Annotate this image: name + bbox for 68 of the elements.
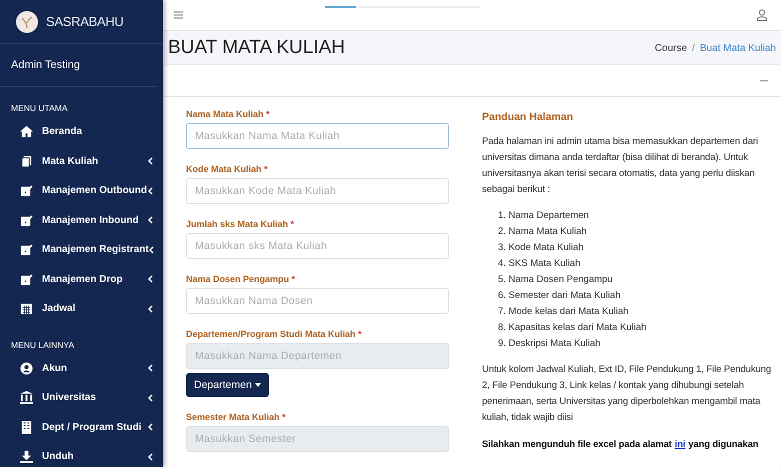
sidebar-item[interactable]: Dept / Program Studi (0, 412, 163, 442)
chevron-icon (148, 364, 153, 372)
user-icon[interactable] (757, 9, 767, 22)
breadcrumb-link[interactable]: Course (654, 42, 688, 54)
chevron-icon (148, 157, 153, 166)
chevron-icon (148, 246, 154, 254)
download-text: yang digunakan (688, 437, 758, 451)
bank-icon (20, 391, 33, 404)
sidebar-item[interactable]: Jadwal (0, 294, 163, 324)
guide-title: Panduan Halaman (482, 110, 574, 125)
chevron-icon (148, 275, 153, 284)
edit-icon (20, 214, 33, 227)
list-item: 3. Kode Mata Kuliah (498, 241, 585, 255)
chevron-icon (148, 304, 153, 313)
list-item: 8. Kapasitas kelas dari Mata Kuliah (498, 321, 648, 335)
field-label: Nama Dosen Pengampu * (186, 274, 296, 284)
download-text: Silahkan mengunduh file excel pada alamat (482, 437, 672, 451)
home-icon (20, 125, 33, 138)
list-item: 4. SKS Mata Kuliah (498, 257, 582, 271)
menu-section-title: MENU UTAMA (10, 102, 69, 115)
sidebar-item[interactable]: Akun (0, 354, 163, 383)
chevron-icon (148, 394, 153, 402)
logo-icon (16, 10, 38, 32)
field-label: Jumlah sks Mata Kuliah * (186, 219, 296, 229)
user-name[interactable]: Admin Testing (11, 59, 80, 71)
sidebar-item[interactable]: Mata Kuliah (0, 146, 163, 176)
sidebar-item[interactable]: Manajemen Outbound (0, 176, 163, 206)
chevron-icon (148, 216, 153, 224)
sidebar-item[interactable]: Manajemen Registrant (0, 235, 163, 264)
guide-paragraph: Pada halaman ini admin utama bisa memasukkan departemen dari universitas dimana anda terdaftar (bisa dilihat di beranda). Untuk universitasnya akan terisi secara otomatis, data yang perlu diiskan sebagai berikut : (482, 135, 759, 197)
brand-name: SASRABAHU (46, 14, 124, 29)
list-item: 7. Mode kelas dari Mata Kuliah (498, 305, 630, 319)
sidebar-item[interactable]: Manajemen Inbound (0, 206, 163, 235)
user-icon (20, 362, 33, 375)
chevron-icon (148, 186, 153, 195)
download-icon (20, 450, 33, 464)
building-icon (20, 420, 33, 434)
sidebar-item[interactable]: Universitas (0, 383, 163, 412)
input-field[interactable]: Masukkan Nama Dosen (186, 288, 449, 314)
menu-icon[interactable] (174, 11, 183, 20)
sidebar-item[interactable]: Beranda (0, 117, 163, 146)
list-item: 2. Nama Mata Kuliah (498, 225, 588, 239)
list-item: 1. Nama Departemen (498, 209, 590, 223)
download-link[interactable]: ini (674, 436, 686, 452)
sidebar-item[interactable]: Manajemen Drop (0, 264, 163, 294)
input-field[interactable]: Masukkan Nama Mata Kuliah (186, 123, 449, 149)
breadcrumb-link[interactable]: Buat Mata Kuliah (700, 42, 776, 54)
page-title: BUAT MATA KULIAH (168, 37, 346, 60)
breadcrumb-separator: / (692, 42, 695, 54)
chevron-icon (148, 452, 153, 461)
field-label: Kode Mata Kuliah * (186, 164, 269, 174)
input-field[interactable]: Masukkan Kode Mata Kuliah (186, 178, 449, 204)
field-label: Departemen/Program Studi Mata Kuliah * (186, 329, 363, 339)
book-icon (20, 154, 33, 168)
sidebar-item[interactable]: Unduh (0, 442, 163, 467)
edit-icon (20, 272, 33, 286)
cal-icon (20, 302, 33, 316)
field-label: Nama Mata Kuliah * (186, 109, 271, 119)
field-label: Semester Mata Kuliah * (186, 412, 287, 422)
chevron-icon (148, 423, 153, 432)
list-item: 6. Semester dari Mata Kuliah (498, 289, 622, 303)
input-field[interactable]: Masukkan sks Mata Kuliah (186, 233, 449, 259)
menu-section-title: MENU LAINNYA (10, 338, 76, 352)
list-item: 5. Nama Dosen Pengampu (498, 273, 614, 287)
list-item: 9. Deskripsi Mata Kuliah (498, 337, 602, 351)
guide-paragraph: Untuk kolom Jadwal Kuliah, Ext ID, File Pendukung 1, File Pendukung 2, File Pendukung 3, Link kelas / kontak yang dihubungi setelah penerimaan, serta Universitas yang diperbolehkan mengambil mata kuliah, tidak wajib diisi (482, 363, 772, 425)
edit-icon (20, 243, 33, 256)
edit-icon (20, 184, 33, 198)
